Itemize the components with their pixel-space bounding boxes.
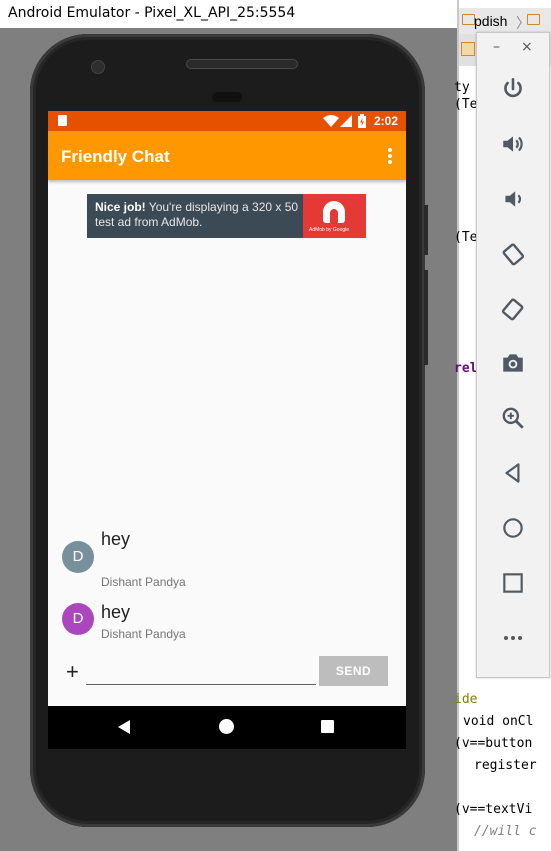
power-icon[interactable]	[499, 75, 527, 103]
status-bar: 2:02	[48, 111, 406, 131]
admob-logo: AdMob by Google	[303, 194, 366, 238]
nav-back-icon[interactable]	[118, 720, 130, 734]
rotate-right-icon[interactable]	[499, 295, 527, 323]
code-line: (Te	[454, 230, 478, 245]
emulator-title-bar: Android Emulator - Pixel_XL_API_25:5554	[0, 0, 457, 28]
phone-power-key	[424, 205, 428, 255]
back-icon[interactable]	[499, 459, 527, 487]
app-toolbar: Friendly Chat	[48, 131, 406, 180]
sd-card-icon	[58, 115, 67, 126]
overview-icon[interactable]	[499, 569, 527, 597]
proximity-sensor	[212, 92, 242, 102]
wifi-icon	[323, 115, 339, 127]
admob-logo-caption: AdMob by Google	[309, 227, 350, 233]
message-input[interactable]	[86, 664, 316, 685]
message-text: hey	[101, 602, 131, 622]
phone-volume-keys	[424, 270, 428, 365]
battery-icon	[358, 114, 366, 128]
folder-icon	[527, 14, 540, 25]
code-line: (Te	[454, 97, 478, 112]
earpiece-speaker	[186, 59, 298, 69]
message-text: hey	[101, 529, 131, 549]
minimize-button[interactable]: –	[493, 39, 500, 55]
phone-screen: 2:02 Friendly Chat Nice job! You're disp…	[48, 111, 406, 749]
volume-up-icon[interactable]	[499, 130, 527, 158]
file-tab-icon[interactable]	[461, 42, 475, 56]
code-line: ide	[454, 692, 478, 707]
ad-text: Nice job! You're displaying a 320 x 50 t…	[95, 200, 300, 230]
message-item: D hey Dishant Pandya	[48, 523, 406, 593]
add-attachment-button[interactable]: +	[66, 659, 79, 685]
code-line: ty	[454, 80, 470, 95]
message-author: Dishant Pandya	[101, 627, 186, 641]
zoom-icon[interactable]	[499, 404, 527, 432]
code-line: register	[474, 758, 537, 773]
admob-mark-icon	[323, 201, 345, 223]
message-author: Dishant Pandya	[101, 575, 186, 589]
app-title: Friendly Chat	[61, 147, 170, 166]
camera-icon[interactable]	[499, 349, 527, 377]
volume-down-icon[interactable]	[499, 185, 527, 213]
nav-home-icon[interactable]	[219, 719, 234, 734]
avatar: D	[62, 541, 94, 573]
admob-banner[interactable]: Nice job! You're displaying a 320 x 50 t…	[87, 194, 366, 238]
navigation-bar	[48, 706, 406, 749]
home-icon[interactable]	[499, 514, 527, 542]
code-line: (v==textVi	[454, 802, 533, 817]
breadcrumb-item[interactable]: pdish	[474, 13, 507, 29]
code-line: void onCl	[463, 714, 534, 729]
message-item: D hey Dishant Pandya	[48, 596, 406, 646]
close-button[interactable]: ×	[521, 39, 533, 55]
avatar: D	[62, 603, 94, 635]
overflow-menu-icon[interactable]	[388, 148, 392, 164]
signal-icon	[340, 115, 352, 127]
status-time: 2:02	[373, 114, 398, 128]
window-title: Android Emulator - Pixel_XL_API_25:5554	[8, 5, 296, 21]
more-icon[interactable]	[499, 624, 527, 652]
code-line: rel	[454, 361, 478, 376]
nav-recents-icon[interactable]	[321, 720, 334, 733]
rotate-left-icon[interactable]	[499, 240, 527, 268]
front-camera	[91, 60, 105, 74]
ad-bold-text: Nice job!	[95, 200, 146, 214]
code-line: (v==button	[454, 736, 533, 751]
emulator-toolbar: – ×	[476, 32, 550, 678]
code-line: //will c	[474, 824, 537, 839]
send-button[interactable]: SEND	[319, 656, 388, 686]
ide-breadcrumb: pdish 〉	[459, 8, 551, 34]
